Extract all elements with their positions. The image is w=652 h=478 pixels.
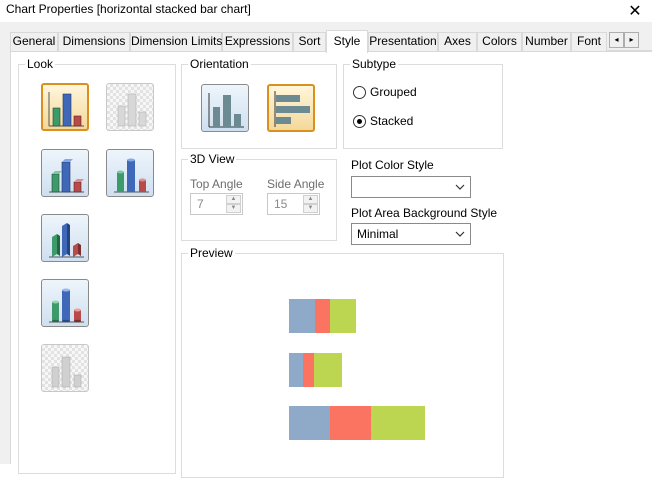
- subtype-group-label: Subtype: [350, 57, 399, 71]
- close-button[interactable]: ✕: [618, 0, 652, 22]
- preview-bar-segment: [289, 299, 315, 333]
- look-group: Look: [18, 57, 176, 474]
- tab-style[interactable]: Style: [326, 30, 368, 53]
- preview-group: Preview: [181, 246, 504, 478]
- look-option-3d-angled-bars[interactable]: [41, 214, 89, 262]
- radio-checked-icon: [353, 114, 366, 128]
- tab-scroll-left-button[interactable]: ◂: [609, 32, 624, 48]
- look-3d-angled-bars-icon: [49, 223, 84, 258]
- spin-down-icon[interactable]: ▼: [303, 204, 318, 213]
- tab-number[interactable]: Number: [522, 32, 571, 51]
- arrow-left-icon: ◂: [614, 35, 619, 44]
- chevron-down-icon: [455, 231, 465, 237]
- radio-unchecked-icon: [353, 85, 366, 99]
- orientation-horizontal-button[interactable]: [267, 84, 315, 132]
- look-3d-cylinder-bars-icon: [114, 158, 149, 193]
- tab-scroll-right-button[interactable]: ▸: [624, 32, 639, 48]
- tab-presentation[interactable]: Presentation: [368, 32, 438, 51]
- look-flat-bars-icon: [48, 92, 84, 127]
- tab-expressions[interactable]: Expressions: [222, 32, 293, 51]
- side-angle-value: 15: [274, 197, 288, 211]
- look-option-3d-cylinder-bars[interactable]: [106, 149, 154, 197]
- orientation-group-label: Orientation: [188, 57, 251, 71]
- preview-bar-segment: [289, 406, 330, 440]
- orientation-group: Orientation: [181, 57, 337, 149]
- subtype-grouped-radio[interactable]: Grouped: [353, 85, 417, 99]
- look-option-transparent-bars[interactable]: [106, 83, 154, 131]
- tab-colors[interactable]: Colors: [477, 32, 522, 51]
- preview-bar-segment: [371, 406, 425, 440]
- plot-color-style-dropdown[interactable]: [351, 176, 471, 198]
- dialog-body: General Dimensions Dimension Limits Expr…: [0, 22, 652, 478]
- horizontal-orientation-icon: [274, 91, 310, 127]
- preview-bar-segment: [330, 406, 371, 440]
- orientation-vertical-button[interactable]: [201, 84, 249, 132]
- tab-axes[interactable]: Axes: [438, 32, 477, 51]
- tab-dimension-limits[interactable]: Dimension Limits: [130, 32, 222, 51]
- subtype-stacked-label: Stacked: [370, 114, 414, 128]
- tab-sort[interactable]: Sort: [293, 32, 326, 51]
- top-angle-spinner[interactable]: 7 ▲ ▼: [190, 193, 243, 215]
- side-angle-spinner[interactable]: 15 ▲ ▼: [267, 193, 320, 215]
- side-angle-label: Side Angle: [267, 177, 325, 191]
- preview-chart: [289, 299, 425, 440]
- look-option-glass-bars[interactable]: [41, 344, 89, 392]
- preview-bar-segment: [303, 353, 314, 387]
- look-option-3d-bars[interactable]: [41, 149, 89, 197]
- tab-strip: General Dimensions Dimension Limits Expr…: [10, 30, 652, 53]
- preview-bar-segment: [289, 353, 303, 387]
- title-bar: Chart Properties [horizontal stacked bar…: [0, 0, 652, 22]
- look-transparent-bars-icon: [117, 93, 147, 127]
- vertical-orientation-icon: [208, 93, 244, 128]
- look-3d-cylinders-angled-icon: [49, 288, 84, 323]
- look-glass-bars-icon: [51, 356, 82, 388]
- close-icon: ✕: [628, 3, 642, 20]
- window-title: Chart Properties [horizontal stacked bar…: [6, 2, 251, 16]
- subtype-group: Subtype Grouped Stacked: [343, 57, 503, 149]
- subtype-stacked-radio[interactable]: Stacked: [353, 114, 413, 128]
- preview-bar-segment: [330, 299, 356, 333]
- top-angle-label: Top Angle: [190, 177, 243, 191]
- top-angle-value: 7: [197, 197, 204, 211]
- spin-up-icon[interactable]: ▲: [226, 195, 241, 204]
- spin-up-icon[interactable]: ▲: [303, 195, 318, 204]
- preview-bar-segment: [314, 353, 342, 387]
- plot-color-style-label: Plot Color Style: [351, 158, 434, 172]
- plot-area-background-style-label: Plot Area Background Style: [351, 206, 498, 220]
- plot-area-background-style-dropdown[interactable]: Minimal: [351, 223, 471, 245]
- view-3d-group-label: 3D View: [188, 152, 237, 166]
- style-tab-panel: Look Orientation Subtype Grouped Stacked…: [10, 51, 652, 478]
- subtype-grouped-label: Grouped: [370, 85, 417, 99]
- arrow-right-icon: ▸: [629, 35, 634, 44]
- view-3d-group: 3D View Top Angle 7 ▲ ▼ Side Angle 15 ▲ …: [181, 152, 337, 241]
- look-3d-bars-icon: [49, 159, 84, 193]
- plot-area-background-style-value: Minimal: [357, 227, 399, 241]
- spin-down-icon[interactable]: ▼: [226, 204, 241, 213]
- tab-font[interactable]: Font: [571, 32, 607, 51]
- look-option-flat-bars[interactable]: [41, 83, 89, 131]
- tab-general[interactable]: General: [10, 32, 58, 51]
- tab-dimensions[interactable]: Dimensions: [58, 32, 130, 51]
- chevron-down-icon: [455, 184, 465, 190]
- look-option-3d-cylinders-angled[interactable]: [41, 279, 89, 327]
- look-group-label: Look: [25, 57, 56, 71]
- preview-bar-segment: [315, 299, 330, 333]
